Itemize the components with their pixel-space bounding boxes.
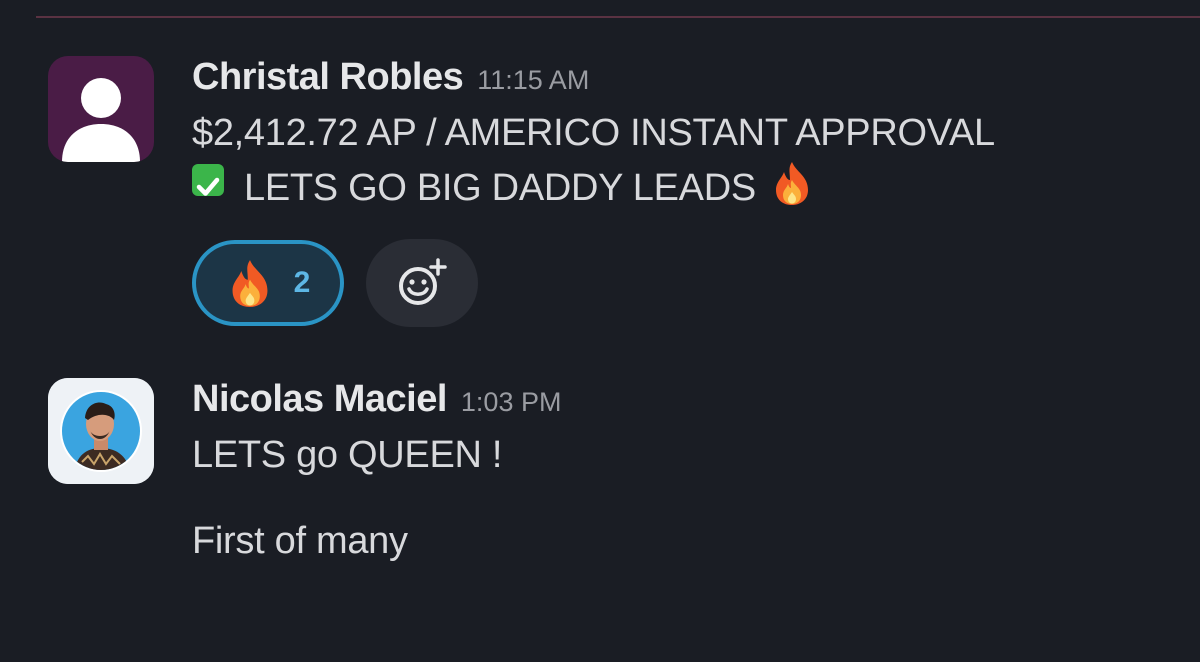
profile-photo xyxy=(48,378,154,484)
message-text: LETS GO BIG DADDY LEADS xyxy=(244,167,756,209)
author-name[interactable]: Nicolas Maciel xyxy=(192,378,447,421)
author-name[interactable]: Christal Robles xyxy=(192,56,464,99)
message-header: Christal Robles 11:15 AM xyxy=(192,56,1180,106)
message-header: Nicolas Maciel 1:03 PM xyxy=(192,378,1180,428)
message-text-line-2: LETS GO BIG DADDY LEADS xyxy=(192,160,1180,221)
fire-icon xyxy=(232,260,268,307)
add-reaction-button[interactable] xyxy=(366,239,478,327)
add-emoji-icon xyxy=(399,258,447,305)
fire-icon xyxy=(770,160,814,221)
default-user-icon xyxy=(62,78,140,162)
timestamp[interactable]: 11:15 AM xyxy=(477,65,589,96)
timestamp[interactable]: 1:03 PM xyxy=(461,387,562,418)
message-text-line: $2,412.72 AP / AMERICO INSTANT APPROVAL xyxy=(192,112,995,154)
avatar[interactable] xyxy=(48,56,154,162)
new-messages-divider xyxy=(36,16,1200,18)
check-mark-icon xyxy=(192,164,224,196)
avatar[interactable] xyxy=(48,378,154,484)
reaction-count: 2 xyxy=(293,266,311,299)
message-text-line: LETS go QUEEN ! xyxy=(192,434,503,476)
message-text-line-2: First of many xyxy=(192,520,408,562)
reactions-bar: 2 xyxy=(192,239,1180,327)
fire-reaction-button[interactable]: 2 xyxy=(192,240,344,326)
